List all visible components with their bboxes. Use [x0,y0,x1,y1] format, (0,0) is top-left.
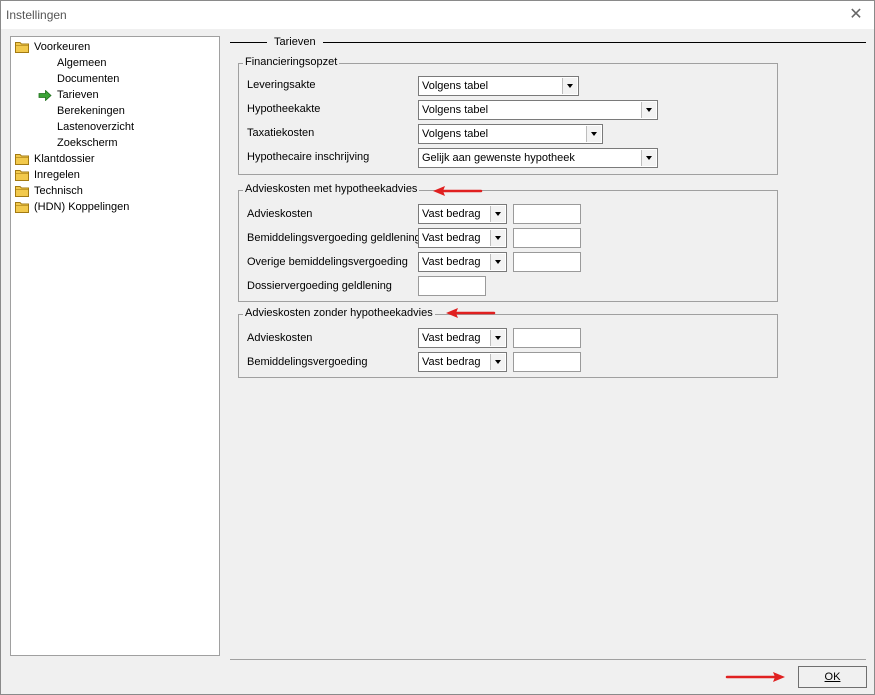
advieskosten-zonder-amount-input[interactable] [513,328,581,348]
tree-label: Klantdossier [34,153,95,165]
footer-divider [230,659,866,660]
advieskosten-met-advies-group: Advieskosten met hypotheekadvies Adviesk… [238,183,778,302]
chevron-down-icon[interactable] [490,354,505,370]
bemiddelingsvergoeding-geldlening-label: Bemiddelingsvergoeding geldlening [247,232,421,244]
folder-icon [15,42,29,53]
window-title: Instellingen [6,8,67,22]
advieskosten-label: Advieskosten [247,208,313,220]
group-legend: Advieskosten met hypotheekadvies [243,183,420,195]
hypotheekakte-label: Hypotheekakte [247,103,321,115]
overige-bemiddelingsvergoeding-label: Overige bemiddelingsvergoeding [247,256,408,268]
chevron-down-icon[interactable] [490,230,505,246]
tree-label: Documenten [57,73,120,85]
tree-label: Tarieven [57,89,99,101]
tree-label: Inregelen [34,169,80,181]
hypothecaire-inschrijving-label: Hypothecaire inschrijving [247,151,370,163]
chevron-down-icon[interactable] [641,102,656,118]
select-value: Volgens tabel [422,104,489,116]
chevron-down-icon[interactable] [490,330,505,346]
tree-label: (HDN) Koppelingen [34,201,130,213]
leveringsakte-select[interactable]: Volgens tabel [418,76,579,96]
chevron-down-icon[interactable] [562,78,577,94]
bemiddelingsvergoeding-geldlening-amount-input[interactable] [513,228,581,248]
overige-bemiddelingsvergoeding-amount-input[interactable] [513,252,581,272]
bemiddelingsvergoeding-amount-input[interactable] [513,352,581,372]
bemiddelingsvergoeding-geldlening-type-select[interactable]: Vast bedrag [418,228,507,248]
select-value: Volgens tabel [422,128,489,140]
select-value: Volgens tabel [422,80,489,92]
tree-label: Berekeningen [57,105,125,117]
dossiervergoeding-geldlening-label: Dossiervergoeding geldlening [247,280,392,292]
select-value: Vast bedrag [422,356,481,368]
advieskosten-zonder-advies-group: Advieskosten zonder hypotheekadvies Advi… [238,307,778,378]
select-value: Vast bedrag [422,232,481,244]
chevron-down-icon[interactable] [490,254,505,270]
group-legend: Financieringsopzet [243,56,340,68]
select-value: Vast bedrag [422,332,481,344]
chevron-down-icon[interactable] [586,126,601,142]
select-value: Vast bedrag [422,208,481,220]
financieringsopzet-group: Financieringsopzet Leveringsakte Volgens… [238,56,778,175]
dossiervergoeding-geldlening-amount-input[interactable] [418,276,486,296]
advieskosten-zonder-label: Advieskosten [247,332,313,344]
select-value: Vast bedrag [422,256,481,268]
advieskosten-zonder-type-select[interactable]: Vast bedrag [418,328,507,348]
chevron-down-icon[interactable] [490,206,505,222]
overige-bemiddelingsvergoeding-type-select[interactable]: Vast bedrag [418,252,507,272]
select-value: Gelijk aan gewenste hypotheek [422,152,575,164]
folder-icon [15,170,29,181]
tree-label: Lastenoverzicht [57,121,135,133]
bemiddelingsvergoeding-type-select[interactable]: Vast bedrag [418,352,507,372]
group-legend: Advieskosten zonder hypotheekadvies [243,307,435,319]
bemiddelingsvergoeding-label: Bemiddelingsvergoeding [247,356,368,368]
taxatiekosten-label: Taxatiekosten [247,127,315,139]
annotation-arrow-icon [446,308,496,318]
tree-label: Zoekscherm [57,137,118,149]
section-title: Tarieven [267,36,323,48]
tree-label: Technisch [34,185,83,197]
advieskosten-type-select[interactable]: Vast bedrag [418,204,507,224]
folder-icon [15,186,29,197]
folder-icon [15,154,29,165]
settings-dialog: Instellingen ✕ Voorkeuren Algemeen Docum… [0,0,875,695]
settings-tree: Voorkeuren Algemeen Documenten Tarieven … [10,36,220,656]
title-bar: Instellingen ✕ [1,1,874,29]
section-divider [230,42,866,43]
folder-icon [15,202,29,213]
taxatiekosten-select[interactable]: Volgens tabel [418,124,603,144]
tree-label: Algemeen [57,57,107,69]
annotation-arrow-icon [725,672,785,682]
advieskosten-amount-input[interactable] [513,204,581,224]
ok-button[interactable]: OK [798,666,867,688]
leveringsakte-label: Leveringsakte [247,79,316,91]
hypotheekakte-select[interactable]: Volgens tabel [418,100,658,120]
tree-label: Voorkeuren [34,41,91,53]
hypothecaire-inschrijving-select[interactable]: Gelijk aan gewenste hypotheek [418,148,658,168]
annotation-arrow-icon [433,186,483,196]
close-icon[interactable]: ✕ [846,5,866,25]
green-arrow-icon [38,90,52,101]
chevron-down-icon[interactable] [641,150,656,166]
